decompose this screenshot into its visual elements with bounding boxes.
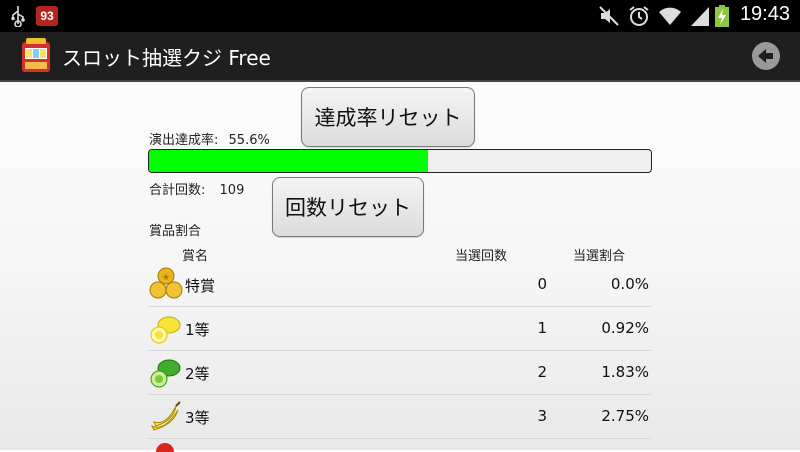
- rate-label-text: 演出達成率:: [149, 133, 219, 148]
- prize-count: 0: [537, 275, 547, 293]
- prize-name: 1等: [185, 321, 210, 339]
- progress-fill: [149, 150, 429, 172]
- mute-icon: [599, 6, 619, 26]
- slot-machine-icon[interactable]: [20, 38, 52, 74]
- prize-name: 2等: [185, 365, 210, 383]
- prize-row-3[interactable]: 3等 3 2.75%: [148, 394, 651, 439]
- back-arrow-icon: [758, 49, 773, 63]
- status-bar: 93 19:43: [0, 0, 800, 32]
- prize-count: 3: [537, 407, 547, 425]
- prize-count: 2: [537, 363, 547, 381]
- battery-charging-icon: [715, 5, 729, 27]
- total-value: 109: [219, 183, 245, 198]
- lime-icon: [150, 359, 181, 388]
- banana-icon: [150, 401, 181, 431]
- signal-icon: [691, 7, 709, 26]
- prize-row-1[interactable]: 1等 1 0.92%: [148, 306, 651, 351]
- total-label-text: 合計回数:: [149, 183, 206, 198]
- prize-rate: 0.92%: [601, 319, 649, 337]
- prize-rate: 1.83%: [601, 363, 649, 381]
- notification-badge[interactable]: 93: [36, 6, 58, 26]
- prize-row-2[interactable]: 2等 2 1.83%: [148, 350, 651, 395]
- wifi-icon: [659, 7, 681, 25]
- reset-rate-button[interactable]: 達成率リセット: [301, 87, 475, 147]
- prize-name: 3等: [185, 409, 210, 427]
- usb-icon: [11, 6, 25, 27]
- prize-count: 1: [537, 319, 547, 337]
- apple-icon: [156, 443, 174, 452]
- rate-label: 演出達成率: 55.6%: [149, 129, 270, 148]
- prize-name: 特賞: [185, 277, 216, 295]
- rate-value: 55.6%: [228, 133, 270, 148]
- back-button[interactable]: [752, 42, 780, 70]
- lemon-icon: [150, 316, 181, 344]
- total-label: 合計回数: 109: [149, 179, 244, 198]
- action-bar: スロット抽選クジ Free: [0, 32, 800, 82]
- alarm-icon: [629, 6, 649, 26]
- clock-time: 19:43: [739, 3, 790, 25]
- prize-rate: 0.0%: [610, 275, 649, 293]
- achievement-progress-bar: [148, 149, 652, 173]
- reset-count-button[interactable]: 回数リセット: [272, 177, 424, 237]
- prize-rate: 2.75%: [601, 407, 649, 425]
- svg-text:★: ★: [162, 273, 170, 283]
- prize-section-title: 賞品割合: [149, 224, 202, 239]
- gold-coins-icon: ★: [149, 267, 183, 299]
- prize-row-special[interactable]: ★ 特賞 0 0.0%: [148, 262, 651, 307]
- app-title: スロット抽選クジ Free: [62, 46, 271, 70]
